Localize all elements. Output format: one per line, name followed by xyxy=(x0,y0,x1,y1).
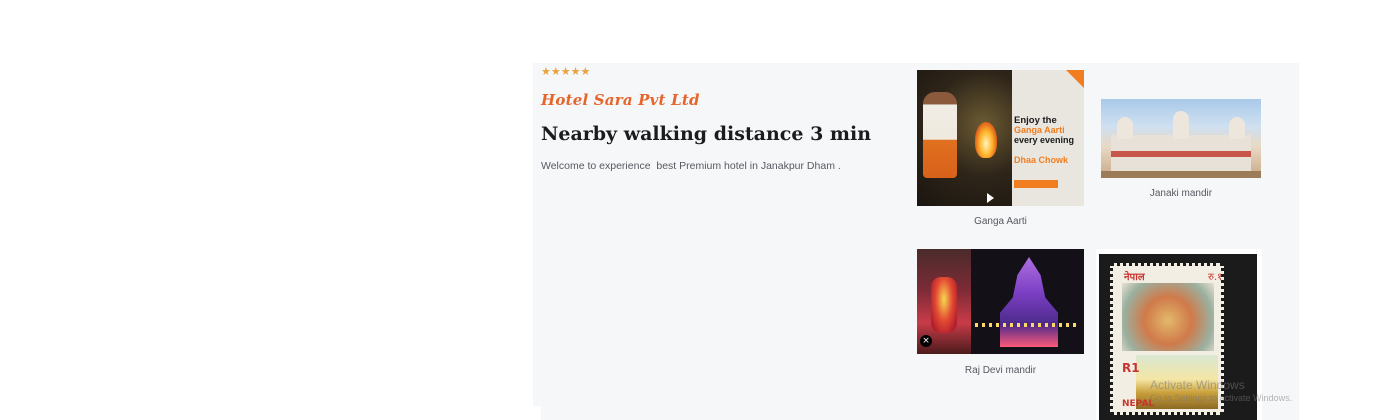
page-headline: Nearby walking distance 3 min xyxy=(541,123,872,145)
star-icon: ★ xyxy=(550,65,561,78)
palace-ground xyxy=(1101,171,1261,178)
star-rating: ★ ★ ★ ★ ★ xyxy=(541,66,590,78)
star-icon: ★ xyxy=(541,65,551,78)
poster-line-3: every evening xyxy=(1014,135,1075,145)
aarti-flame xyxy=(975,122,997,158)
string-lights xyxy=(975,323,1079,327)
play-icon[interactable] xyxy=(987,193,994,203)
stamp-denomination: R1 xyxy=(1122,361,1140,375)
poster-button xyxy=(1014,180,1058,188)
poster-corner xyxy=(1066,70,1084,88)
caption-raj-devi-mandir: Raj Devi mandir xyxy=(964,365,1037,376)
lit-temple xyxy=(1000,257,1058,347)
priest-figure xyxy=(923,92,957,178)
stamp-title: नेपाल xyxy=(1124,272,1145,283)
activation-watermark-title: Activate Windows xyxy=(1150,378,1245,392)
goddess-idol xyxy=(931,277,957,333)
gallery-image-ganga-aarti[interactable]: Enjoy the Ganga Aarti every evening Dhaa… xyxy=(917,70,1084,206)
activation-watermark-subtitle: Go to Settings to activate Windows. xyxy=(1150,393,1293,403)
palace-stripe xyxy=(1111,151,1251,157)
stamp-value: रु.१ xyxy=(1208,272,1223,283)
star-icon: ★ xyxy=(570,65,581,78)
panel-edge xyxy=(533,406,541,420)
welcome-description: Welcome to experience best Premium hotel… xyxy=(541,160,841,172)
caption-ganga-aarti: Ganga Aarti xyxy=(974,216,1027,227)
star-icon: ★ xyxy=(580,65,591,78)
stamp-deity-art xyxy=(1122,283,1214,351)
hotel-brand-name: Hotel Sara Pvt Ltd xyxy=(541,91,700,109)
gallery-image-raj-devi-mandir[interactable]: × xyxy=(917,249,1084,354)
palace-dome xyxy=(1229,117,1245,139)
close-icon[interactable]: × xyxy=(920,335,932,347)
caption-janaki-mandir: Janaki mandir xyxy=(1149,188,1213,199)
poster-line-4: Dhaa Chowk xyxy=(1014,155,1069,165)
star-icon: ★ xyxy=(560,65,571,78)
palace-dome xyxy=(1117,117,1133,139)
palace-dome xyxy=(1173,111,1189,139)
gallery-image-janaki-mandir[interactable] xyxy=(1101,99,1261,178)
